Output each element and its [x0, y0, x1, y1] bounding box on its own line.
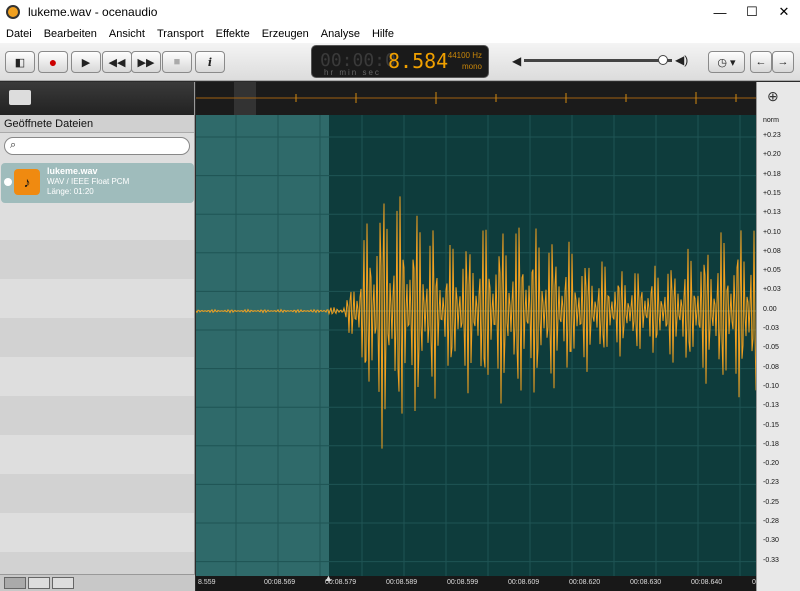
amplitude-tick-label: -0.15 [763, 421, 779, 429]
amplitude-tick-label: -0.30 [763, 537, 779, 545]
minimize-button[interactable]: — [704, 0, 736, 24]
amplitude-tick-label: -0.10 [763, 382, 779, 390]
sidebar-heading: Geöffnete Dateien [0, 115, 194, 133]
amplitude-tick-label: -0.25 [763, 498, 779, 506]
time-units: hr min sec [324, 68, 381, 77]
time-tick-label: 00:08.630 [630, 579, 662, 586]
info-button[interactable]: i [195, 51, 225, 73]
file-list-item[interactable]: ♪ lukeme.wav WAV / IEEE Float PCM Länge:… [1, 163, 194, 203]
menu-effekte[interactable]: Effekte [210, 28, 256, 40]
title-bar: lukeme.wav - ocenaudio — ☐ ✕ [0, 0, 800, 24]
zoom-tool-icon[interactable]: ⊕ [767, 88, 779, 105]
amplitude-tick-label: +0.08 [763, 247, 781, 255]
overview-waveform[interactable] [196, 82, 756, 115]
window-title: lukeme.wav - ocenaudio [28, 5, 158, 19]
amplitude-tick-label: -0.23 [763, 479, 779, 487]
arrow-right-icon[interactable]: → [772, 51, 794, 73]
sample-rate-value: 44100 Hz [447, 51, 482, 60]
time-display: 00:00:0 8.584 hr min sec 44100 Hz mono [311, 45, 489, 78]
amplitude-tick-label: norm [763, 117, 779, 124]
amplitude-tick-label: +0.03 [763, 286, 781, 294]
channel-mode: mono [461, 62, 482, 71]
rewind-button[interactable]: ◀◀ [102, 51, 132, 73]
time-tick-label: 00:08.589 [386, 579, 418, 586]
stop-button[interactable]: ■ [162, 51, 192, 73]
amplitude-tick-label: +0.10 [763, 228, 781, 236]
amplitude-tick-label: -0.08 [763, 363, 779, 371]
waveform-view[interactable] [196, 115, 756, 576]
menu-bar: Datei Bearbeiten Ansicht Transport Effek… [0, 24, 800, 43]
amplitude-tick-label: +0.18 [763, 170, 781, 178]
clock-dropdown-button[interactable]: ◷ ▾ [708, 51, 745, 73]
close-button[interactable]: ✕ [768, 0, 800, 24]
view-list-icon[interactable] [4, 577, 26, 589]
music-note-icon: ♪ [14, 169, 40, 195]
time-tick-label: 00:08.599 [447, 579, 479, 586]
volume-slider[interactable] [524, 55, 672, 65]
speaker-mute-icon: ◀ [512, 54, 522, 68]
time-tick-label: 8.559 [198, 579, 216, 586]
search-icon: ⌕ [10, 139, 17, 151]
amplitude-tick-label: -0.05 [763, 344, 779, 352]
fast-forward-button[interactable]: ▶▶ [131, 51, 161, 73]
search-input[interactable]: ⌕ [4, 137, 190, 155]
app-icon [6, 5, 20, 19]
playhead-marker-icon[interactable]: ▲ [324, 573, 333, 583]
menu-bearbeiten[interactable]: Bearbeiten [38, 28, 103, 40]
selection-region [196, 115, 329, 576]
view-detail-icon[interactable] [28, 577, 50, 589]
amplitude-tick-label: +0.05 [763, 267, 781, 275]
amplitude-tick-label: +0.23 [763, 132, 781, 139]
time-tick-label: 00:08.620 [569, 579, 601, 586]
play-button[interactable]: ▶ [71, 51, 101, 73]
menu-hilfe[interactable]: Hilfe [366, 28, 400, 40]
folder-icon[interactable] [9, 90, 31, 105]
amplitude-tick-label: -0.03 [763, 325, 779, 332]
speaker-loud-icon: ◀) [675, 53, 689, 67]
amplitude-tick-label: -0.28 [763, 518, 779, 525]
menu-analyse[interactable]: Analyse [315, 28, 366, 40]
volume-knob[interactable] [658, 55, 668, 65]
file-info: WAV / IEEE Float PCM Länge: 01:20 [47, 177, 129, 197]
sidebar: Geöffnete Dateien ⌕ ♪ lukeme.wav WAV / I… [0, 82, 195, 591]
file-length: Länge: 01:20 [47, 187, 94, 196]
amplitude-axis: ⊕ norm +0.23 +0.20 +0.18 +0.15 +0.13 +0.10 +0.0… [756, 82, 800, 591]
menu-transport[interactable]: Transport [151, 28, 210, 40]
time-value: 8.584 [388, 49, 449, 73]
amplitude-tick-label: +0.15 [763, 189, 781, 197]
time-tick-label: 00:08.640 [691, 579, 723, 586]
view-grid-icon[interactable] [52, 577, 74, 589]
menu-datei[interactable]: Datei [0, 28, 38, 40]
time-tick-label: 00:08.569 [264, 579, 296, 586]
menu-erzeugen[interactable]: Erzeugen [256, 28, 315, 40]
amplitude-tick-label: +0.20 [763, 151, 781, 159]
back-to-start-icon[interactable]: ◧ [5, 51, 35, 73]
amplitude-tick-label: -0.33 [763, 556, 779, 564]
menu-ansicht[interactable]: Ansicht [103, 28, 151, 40]
amplitude-tick-label: +0.13 [763, 209, 781, 217]
maximize-button[interactable]: ☐ [736, 0, 768, 24]
record-button[interactable]: ● [38, 51, 68, 73]
sample-rate: 44100 Hz mono [448, 50, 482, 72]
amplitude-tick-label: -0.18 [763, 440, 779, 448]
amplitude-tick-label: 0.00 [763, 305, 777, 313]
time-tick-label: 00:08.609 [508, 579, 540, 586]
amplitude-tick-label: -0.20 [763, 460, 779, 468]
check-icon [4, 178, 12, 186]
file-name: lukeme.wav [47, 166, 98, 176]
time-axis[interactable]: 8.559 00:08.569 00:08.579 00:08.589 00:08.59… [196, 573, 775, 591]
sidebar-header [0, 82, 194, 115]
sidebar-footer [0, 574, 195, 591]
arrow-left-icon[interactable]: ← [750, 51, 772, 73]
file-format: WAV / IEEE Float PCM [47, 177, 130, 186]
amplitude-tick-label: -0.13 [763, 402, 779, 410]
